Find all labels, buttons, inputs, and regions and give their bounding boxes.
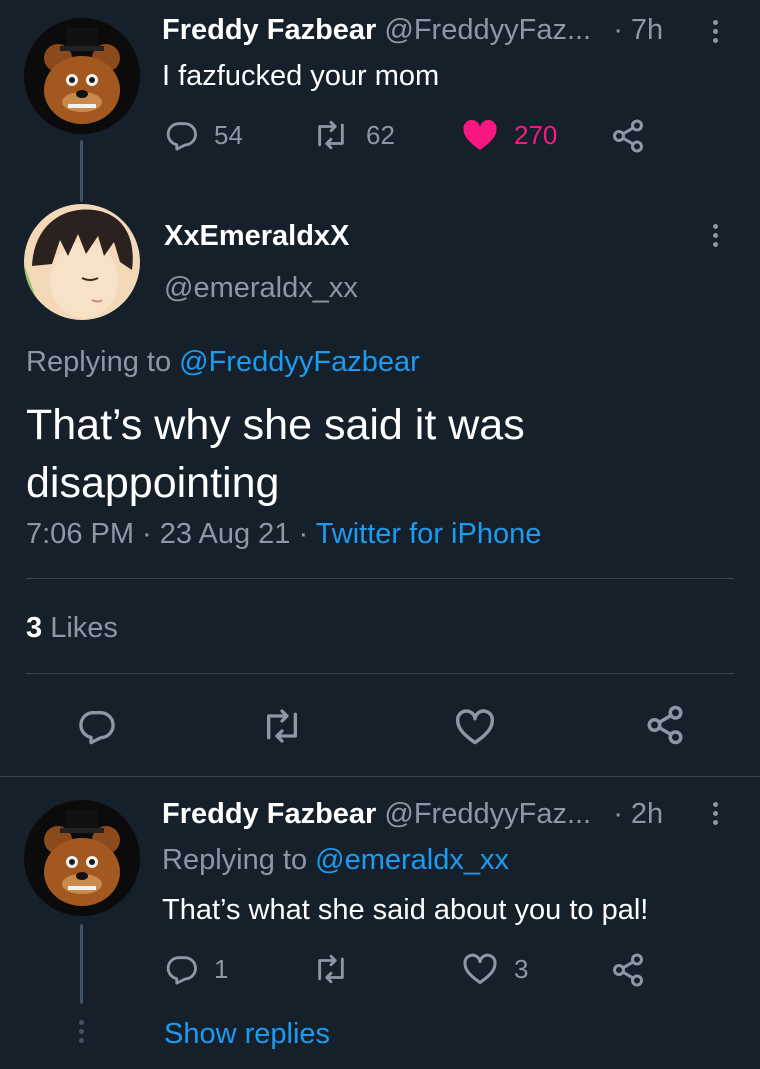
tweet1-time[interactable]: · 7h [613,14,663,46]
reply-icon [166,122,197,151]
main-likes-summary[interactable]: 3 Likes [26,612,118,645]
heart-outline-icon [463,953,497,984]
main-replying-prefix: Replying to [26,346,172,378]
tweet1-display-name[interactable]: Freddy Fazbear [162,14,376,46]
tweet3-like-button[interactable]: 3 [462,952,528,986]
heart-filled-icon [463,119,497,150]
main-display-name[interactable]: XxEmeraldxX [164,220,349,253]
tweet3-handle[interactable]: @FreddyyFaz... [384,798,591,830]
tweet1-handle[interactable]: @FreddyyFaz... [384,14,591,46]
avatar-freddy[interactable] [24,800,140,916]
tweet3-more-icon[interactable] [712,802,720,829]
tweet3-reply-button[interactable]: 1 [164,952,228,986]
tweet1-like-button[interactable]: 270 [462,118,557,152]
tweet3-display-name[interactable]: Freddy Fazbear [162,798,376,830]
tweet3-like-count: 3 [514,953,529,984]
main-likes-count: 3 [26,612,43,644]
tweet1-retweet-count: 62 [366,119,395,150]
tweet3-time[interactable]: · 2h [613,798,663,830]
main-reply-button[interactable] [76,706,116,746]
freddy-avatar-image [24,18,140,134]
tweet3-reply-count: 1 [214,953,229,984]
main-source-link[interactable]: Twitter for iPhone [316,518,542,550]
main-handle[interactable]: @emeraldx_xx [164,272,358,305]
tweet1-text: I fazfucked your mom [162,60,440,92]
share-icon [647,705,683,745]
tweet1-retweet-button[interactable]: 62 [312,118,395,152]
retweet-icon [318,954,344,984]
thread-line [80,140,83,202]
tweet3-retweet-button[interactable] [312,952,366,986]
main-meta-line: 7:06 PM · 23 Aug 21 · Twitter for iPhone [26,518,541,551]
reply-icon [166,956,197,985]
tweet3-replying-line: Replying to @emeraldx_xx [162,842,509,878]
tweet1-reply-count: 54 [214,119,243,150]
tweet1-reply-button[interactable]: 54 [164,118,243,152]
main-more-icon[interactable] [712,224,720,251]
main-retweet-button[interactable] [260,706,304,746]
divider [0,776,760,777]
tweet1-share-button[interactable] [610,118,646,154]
main-share-button[interactable] [644,704,686,746]
main-like-button[interactable] [454,708,496,746]
emerald-avatar-image [24,204,140,320]
retweet-icon [318,120,344,150]
tweet3-text: That’s what she said about you to pal! [162,894,649,926]
main-timestamp[interactable]: 7:06 PM · 23 Aug 21 · [26,518,308,550]
freddy-avatar-image [24,800,140,916]
share-icon [613,119,643,153]
tweet1-like-count: 270 [514,119,558,150]
main-tweet-text: That’s why she said it was disappointing [26,401,525,507]
tweet3-replying-prefix: Replying to [162,844,308,876]
thread-continuation-dots [79,1020,84,1043]
avatar-freddy[interactable] [24,18,140,134]
tweet3-replying-to-link[interactable]: @emeraldx_xx [315,844,509,876]
avatar-emerald[interactable] [24,204,140,320]
reply-icon [79,710,115,745]
divider [26,673,734,674]
tweet3-share-button[interactable] [610,952,646,988]
tweet1-header: Freddy Fazbear @FreddyyFaz... · 7h [162,14,663,47]
share-icon [613,953,643,987]
main-replying-line: Replying to @FreddyyFazbear [26,346,420,379]
main-likes-label: Likes [50,612,118,644]
retweet-icon [266,709,297,743]
main-replying-to-link[interactable]: @FreddyyFazbear [179,346,420,378]
thread-line [80,924,83,1004]
heart-outline-icon [455,709,495,745]
tweet3-header: Freddy Fazbear @FreddyyFaz... · 2h [162,798,663,831]
tweet1-more-icon[interactable] [712,20,720,47]
show-replies-link[interactable]: Show replies [164,1018,330,1051]
divider [26,578,734,579]
